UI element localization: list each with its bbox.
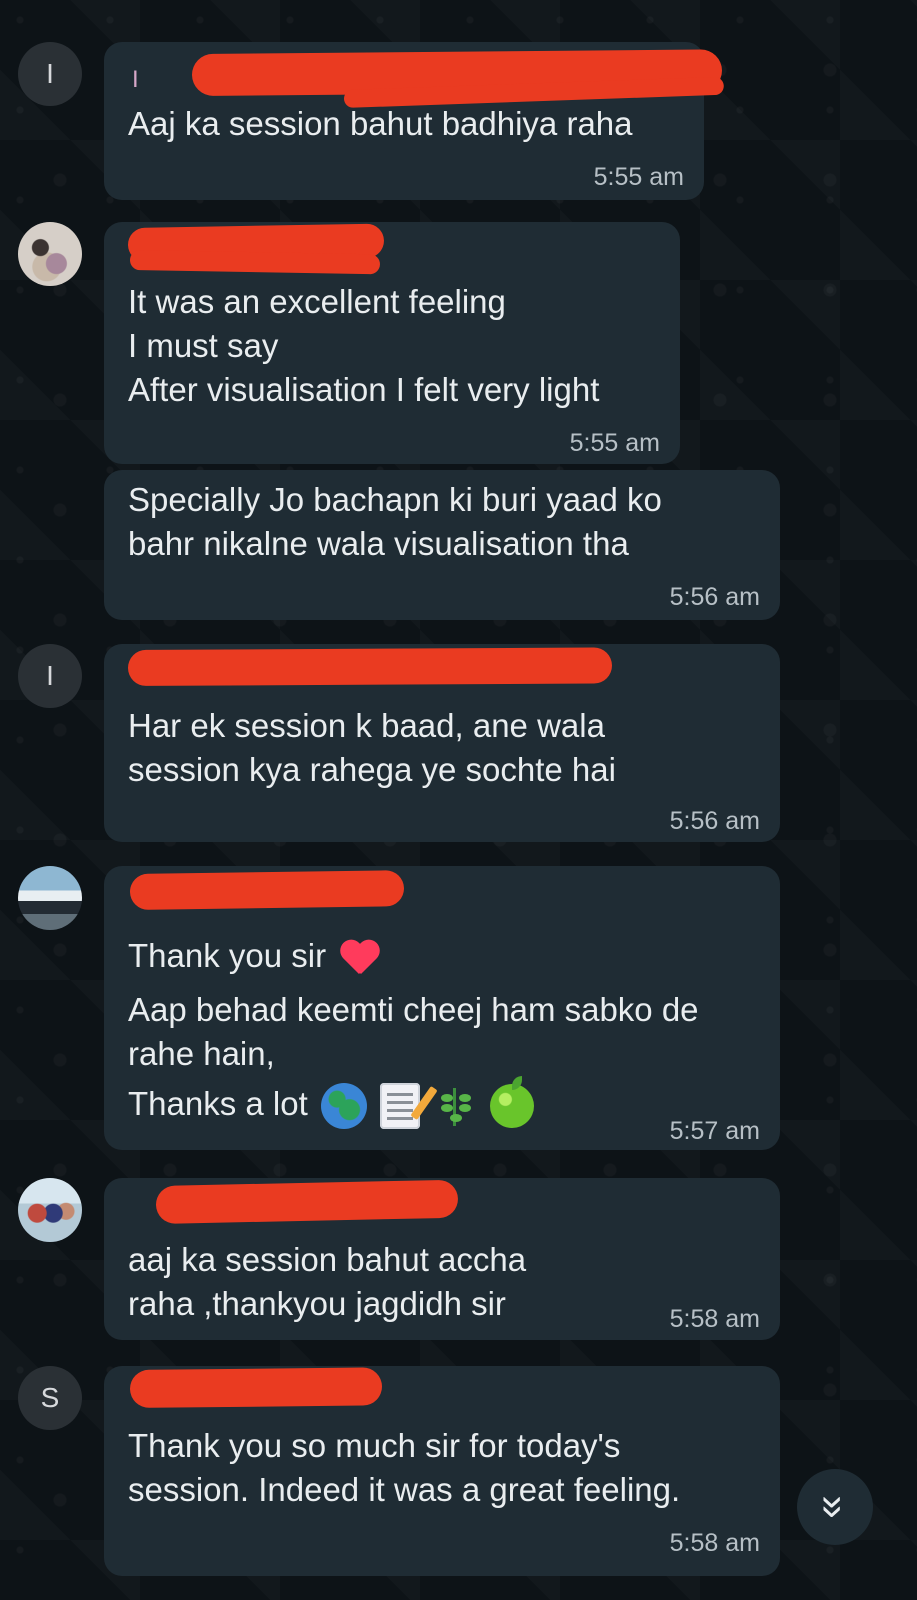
timestamp: 5:58 am: [669, 1529, 760, 1557]
scroll-to-bottom-button[interactable]: »: [797, 1469, 873, 1545]
redaction-mark: [155, 1179, 459, 1224]
message-text: Thank you so much sir for today's: [128, 1427, 621, 1464]
message-text: I must say: [128, 327, 279, 364]
message-text: Har ek session k baad, ane wala: [128, 707, 605, 744]
message-text: After visualisation I felt very light: [128, 371, 600, 408]
timestamp: 5:56 am: [669, 807, 760, 835]
message-bubble[interactable]: Har ek session k baad, ane wala session …: [104, 644, 780, 842]
message-text: Aap behad keemti cheej ham sabko de: [128, 991, 699, 1028]
avatar[interactable]: I: [18, 42, 82, 106]
memo-icon: [380, 1083, 421, 1130]
avatar[interactable]: [18, 1178, 82, 1242]
message-bubble[interactable]: Thank you so much sir for today's sessio…: [104, 1366, 780, 1576]
avatar[interactable]: [18, 222, 82, 286]
avatar[interactable]: I: [18, 644, 82, 708]
herb-icon: [433, 1084, 477, 1128]
message-bubble[interactable]: It was an excellent feeling I must say A…: [104, 222, 680, 464]
message-text: session kya rahega ye sochte hai: [128, 751, 616, 788]
message-text: aaj ka session bahut accha: [128, 1241, 527, 1278]
message-bubble[interactable]: aaj ka session bahut accha raha ,thankyo…: [104, 1178, 780, 1340]
message-text: bahr nikalne wala visualisation tha: [128, 525, 629, 562]
chat-screen: I I Aaj ka session bahut badhiya raha 5:…: [0, 0, 917, 1600]
redaction-mark: [127, 647, 613, 686]
message-text: Specially Jo bachapn ki buri yaad ko: [128, 481, 662, 518]
message-text: Aaj ka session bahut badhiya raha: [128, 105, 633, 142]
message-bubble[interactable]: Specially Jo bachapn ki buri yaad ko bah…: [104, 470, 780, 620]
avatar[interactable]: S: [18, 1366, 82, 1430]
message-line: Thank you sir: [128, 934, 381, 978]
message-text: session. Indeed it was a great feeling.: [128, 1471, 681, 1508]
double-chevron-down-icon: »: [811, 1495, 859, 1519]
globe-icon: [320, 1083, 367, 1130]
timestamp: 5:55 am: [569, 429, 660, 457]
message-text: raha ,thankyou jagdidh sir: [128, 1285, 506, 1322]
message-bubble[interactable]: Thank you sir Aap behad keemti cheej ham…: [104, 866, 780, 1150]
avatar[interactable]: [18, 866, 82, 930]
message-text: Thank you sir: [128, 937, 327, 974]
sender-name[interactable]: I: [132, 68, 139, 92]
timestamp: 5:58 am: [669, 1305, 760, 1333]
redaction-mark: [129, 1367, 383, 1408]
message-text: rahe hain,: [128, 1035, 275, 1072]
heart-icon: [339, 939, 381, 977]
timestamp: 5:55 am: [593, 163, 684, 191]
timestamp: 5:57 am: [669, 1117, 760, 1145]
message-line: Thanks a lot: [128, 1076, 535, 1130]
redaction-mark: [129, 250, 381, 275]
message-text: Thanks a lot: [128, 1085, 308, 1122]
green-apple-icon: [490, 1076, 535, 1129]
message-bubble[interactable]: I Aaj ka session bahut badhiya raha 5:55…: [104, 42, 725, 200]
message-text: It was an excellent feeling: [128, 283, 506, 320]
timestamp: 5:56 am: [669, 583, 760, 611]
redaction-mark: [129, 870, 405, 910]
